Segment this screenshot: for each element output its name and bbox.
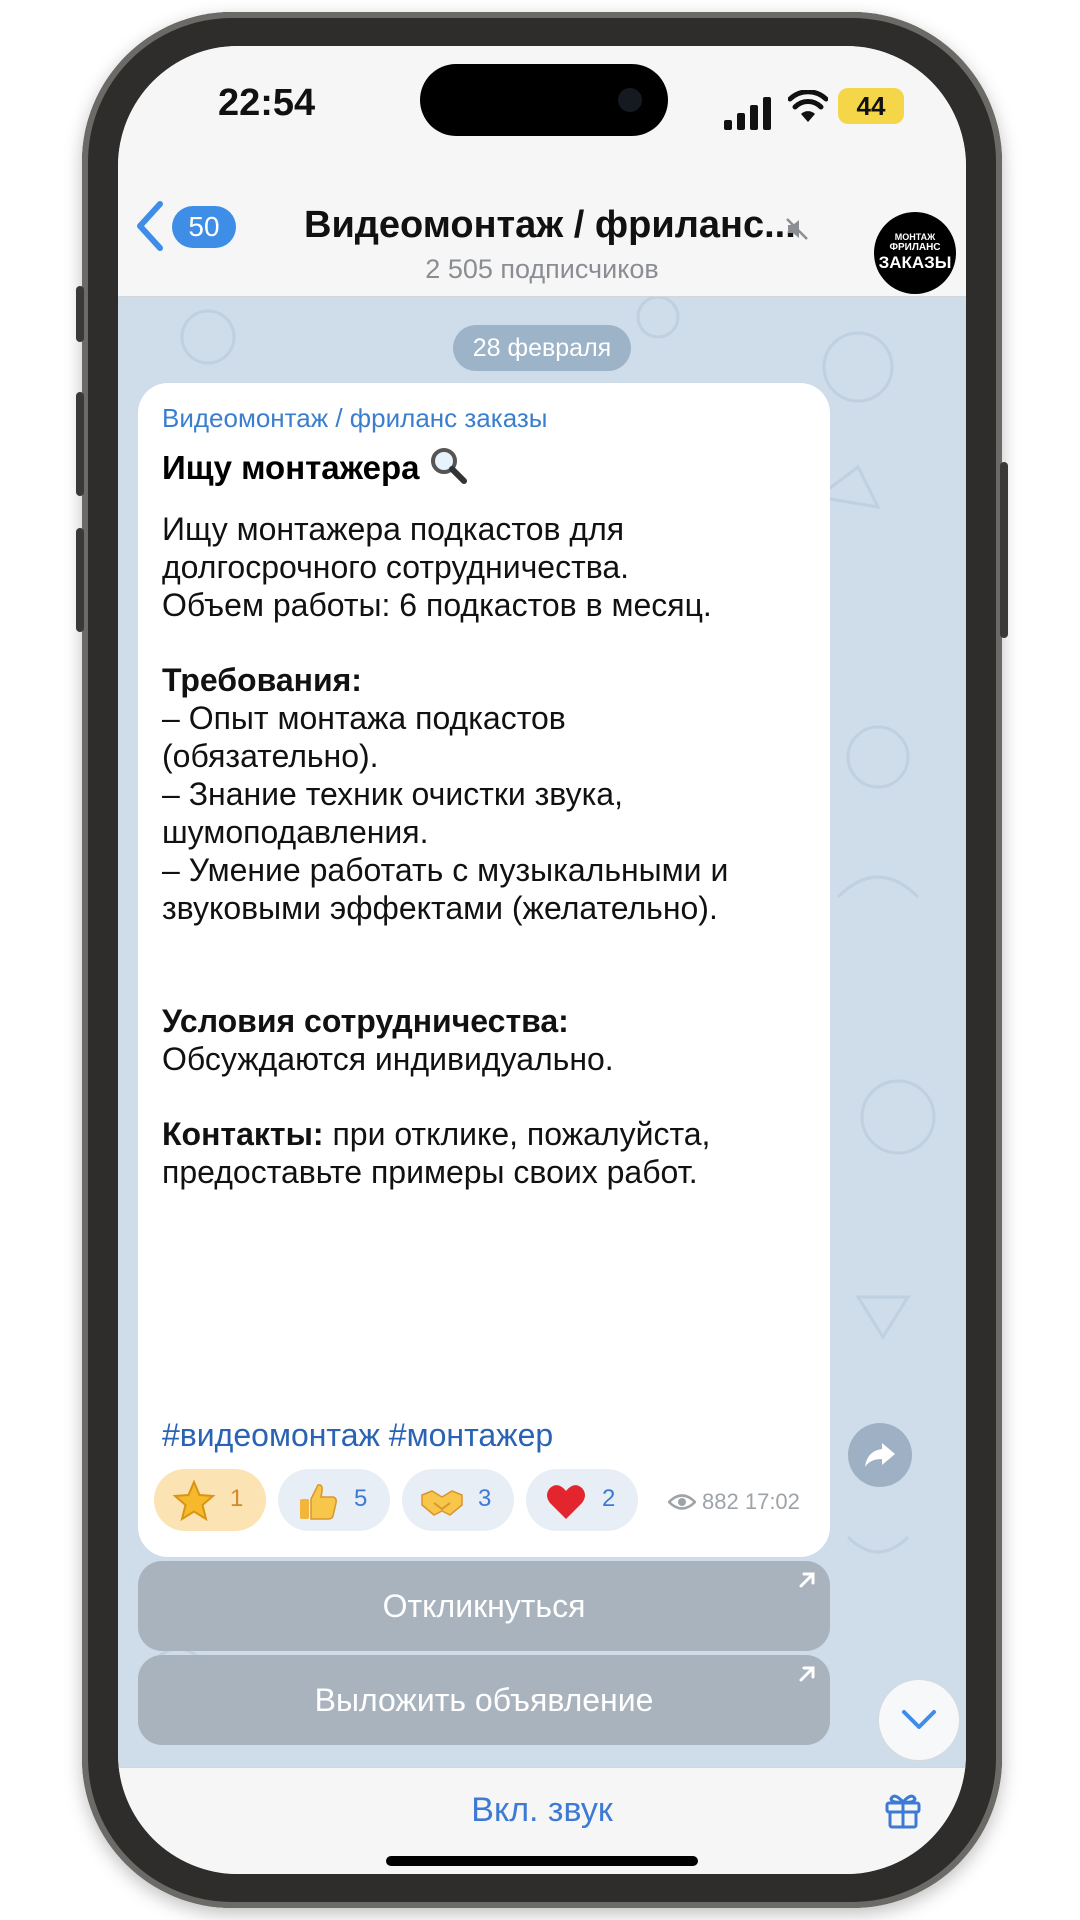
- message-line: долгосрочного сотрудничества.: [162, 549, 630, 585]
- message-line: Ищу монтажера подкастов для: [162, 511, 625, 547]
- thumbs-up-icon: [300, 1484, 337, 1520]
- message-line: Обсуждаются индивидуально.: [162, 1041, 614, 1077]
- message-line: (обязательно).: [162, 738, 379, 774]
- front-camera: [618, 88, 642, 112]
- post-ad-button-label: Выложить объявление: [314, 1682, 654, 1718]
- phone-power-button: [1000, 462, 1008, 638]
- message-line: – Умение работать с музыкальными и: [162, 852, 729, 888]
- reaction-count: 3: [478, 1485, 492, 1512]
- reaction-thumbs-up[interactable]: 5: [278, 1469, 390, 1531]
- channel-avatar[interactable]: МОНТАЖ ФРИЛАНС ЗАКАЗЫ: [874, 212, 956, 294]
- message-line: – Опыт монтажа подкастов: [162, 700, 566, 736]
- reaction-heart[interactable]: 2: [526, 1469, 638, 1531]
- gift-icon[interactable]: [884, 1790, 922, 1830]
- view-count: 882: [702, 1489, 739, 1514]
- message-channel-name[interactable]: Видеомонтаж / фриланс заказы: [162, 403, 547, 434]
- message-bubble[interactable]: Видеомонтаж / фриланс заказы Ищу монтаже…: [138, 383, 830, 1557]
- message-time: 17:02: [744, 1489, 800, 1514]
- avatar-line-1: МОНТАЖ: [894, 232, 936, 242]
- post-ad-button[interactable]: Выложить объявление: [138, 1655, 830, 1745]
- muted-icon: [786, 218, 808, 240]
- status-bar: 22:54 44: [118, 46, 966, 166]
- external-link-icon: [799, 1666, 815, 1682]
- share-arrow-icon: [865, 1443, 895, 1467]
- channel-title[interactable]: Видеомонтаж / фриланс...: [304, 204, 796, 247]
- share-button[interactable]: [848, 1423, 912, 1487]
- subscriber-count: 2 505 подписчиков: [425, 254, 659, 284]
- respond-button[interactable]: Откликнуться: [138, 1561, 830, 1651]
- reaction-handshake[interactable]: 3: [402, 1469, 514, 1531]
- cellular-signal-icon: [724, 97, 771, 130]
- message-line-contacts: Контакты: при отклике, пожалуйста,: [162, 1116, 710, 1153]
- chat-header: 50 Видеомонтаж / фриланс... 2 505 подпис…: [118, 166, 966, 297]
- battery-indicator: 44: [838, 88, 904, 124]
- wifi-icon: [788, 90, 828, 122]
- respond-button-label: Откликнуться: [382, 1588, 586, 1624]
- chevron-left-icon: [137, 201, 163, 251]
- reaction-count: 2: [602, 1485, 616, 1512]
- unmute-button[interactable]: Вкл. звук: [118, 1768, 966, 1852]
- message-line: – Знание техник очистки звука,: [162, 776, 623, 812]
- message-contacts-text: при отклике, пожалуйста,: [323, 1116, 711, 1152]
- message-title-text: Ищу монтажера: [162, 449, 420, 486]
- dynamic-island: [420, 64, 668, 136]
- screen: 22:54 44 50 Видеомонтаж / фриланс... 2 5…: [118, 46, 966, 1874]
- phone-volume-down-button: [76, 528, 84, 632]
- message-heading-conditions: Условия сотрудничества:: [162, 1003, 569, 1039]
- external-link-icon: [799, 1572, 815, 1588]
- message-line: шумоподавления.: [162, 814, 429, 850]
- reaction-count: 1: [230, 1485, 244, 1512]
- star-icon: [172, 1479, 216, 1522]
- message-title: Ищу монтажера: [162, 445, 468, 487]
- home-indicator[interactable]: [386, 1856, 698, 1866]
- chat-area[interactable]: 28 февраля Видеомонтаж / фриланс заказы …: [118, 297, 966, 1767]
- chevron-down-icon: [902, 1710, 936, 1729]
- message-hashtags[interactable]: #видеомонтаж #монтажер: [162, 1417, 553, 1454]
- message-heading-requirements: Требования:: [162, 662, 362, 698]
- message-meta: 882 17:02: [668, 1489, 800, 1515]
- status-time: 22:54: [218, 82, 316, 124]
- phone-volume-up-button: [76, 392, 84, 496]
- reaction-count: 5: [354, 1485, 368, 1512]
- unread-count-badge: 50: [172, 206, 236, 248]
- back-button[interactable]: 50: [132, 194, 252, 254]
- reaction-star[interactable]: 1: [154, 1469, 266, 1531]
- scroll-to-bottom-button[interactable]: [878, 1679, 960, 1761]
- eye-icon: [668, 1494, 696, 1510]
- handshake-icon: [421, 1490, 463, 1516]
- magnifier-emoji-icon: [430, 448, 467, 484]
- message-line: предоставьте примеры своих работ.: [162, 1154, 698, 1190]
- phone-side-button: [76, 286, 84, 342]
- message-line: Объем работы: 6 подкастов в месяц.: [162, 587, 712, 623]
- avatar-line-3: ЗАКАЗЫ: [878, 253, 952, 272]
- message-heading-contacts: Контакты:: [162, 1116, 324, 1152]
- heart-icon: [547, 1485, 585, 1519]
- date-separator: 28 февраля: [453, 325, 631, 371]
- message-line: звуковыми эффектами (желательно).: [162, 890, 718, 926]
